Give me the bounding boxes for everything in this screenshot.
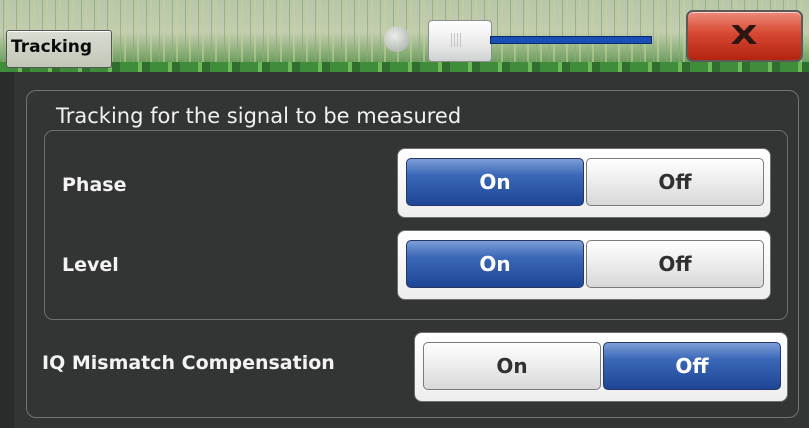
phase-off-button[interactable]: Off [586, 158, 764, 206]
phase-on-button[interactable]: On [406, 158, 584, 206]
iq-mismatch-label: IQ Mismatch Compensation [42, 352, 335, 374]
iq-mismatch-off-button[interactable]: Off [603, 342, 781, 390]
iq-mismatch-on-button[interactable]: On [423, 342, 601, 390]
group-title: Tracking for the signal to be measured [56, 104, 462, 128]
level-toggle: On Off [397, 230, 771, 300]
iq-mismatch-toggle: On Off [414, 332, 788, 402]
dialog-title: Tracking [11, 37, 93, 57]
level-label: Level [62, 254, 119, 276]
level-on-button[interactable]: On [406, 240, 584, 288]
phase-toggle: On Off [397, 148, 771, 218]
level-off-button[interactable]: Off [586, 240, 764, 288]
close-button[interactable]: X [686, 10, 803, 62]
phase-label: Phase [62, 174, 127, 196]
close-icon: X [730, 21, 759, 51]
transparency-slider-track[interactable] [490, 36, 652, 44]
transparency-indicator-icon [384, 26, 410, 52]
transparency-slider-thumb[interactable] [428, 20, 492, 62]
